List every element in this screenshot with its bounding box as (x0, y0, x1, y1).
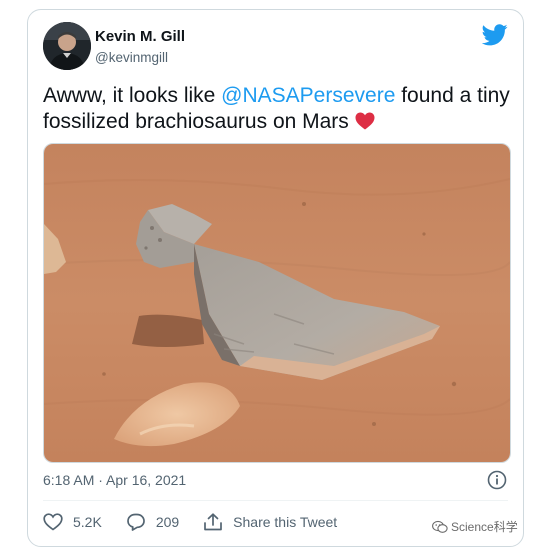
reply-button[interactable]: 209 (126, 513, 179, 531)
reply-count: 209 (155, 514, 180, 530)
like-count: 5.2K (73, 514, 102, 530)
reply-bubble-icon (126, 513, 145, 531)
tweet-actions: 5.2K 209 Share this Tweet (43, 511, 361, 533)
heart-outline-icon (43, 513, 63, 531)
tweet-timestamp[interactable]: 6:18 AM · Apr 16, 2021 (43, 472, 186, 488)
red-heart-icon (355, 112, 375, 130)
author-handle[interactable]: @kevinmgill (95, 50, 168, 65)
divider (43, 500, 508, 501)
wechat-icon (432, 520, 448, 533)
watermark-text: Science科学 (451, 520, 518, 534)
like-button[interactable]: 5.2K (43, 513, 102, 531)
mention-link[interactable]: @NASAPersevere (221, 84, 395, 107)
watermark: Science科学 (432, 518, 518, 535)
share-label: Share this Tweet (233, 514, 338, 530)
tweet-text: Awww, it looks like @NASAPersevere found… (43, 83, 513, 135)
mars-rock-image (44, 144, 510, 462)
tweet-text-before: Awww, it looks like (43, 84, 222, 107)
avatar[interactable] (43, 22, 91, 70)
info-icon[interactable] (487, 470, 507, 490)
share-button[interactable]: Share this Tweet (203, 513, 337, 531)
tweet-photo[interactable] (43, 143, 511, 463)
share-upload-icon (204, 513, 223, 531)
twitter-bird-icon[interactable] (482, 24, 508, 46)
tweet-card: Kevin M. Gill @kevinmgill Awww, it looks… (27, 9, 524, 547)
author-name[interactable]: Kevin M. Gill (95, 28, 185, 45)
